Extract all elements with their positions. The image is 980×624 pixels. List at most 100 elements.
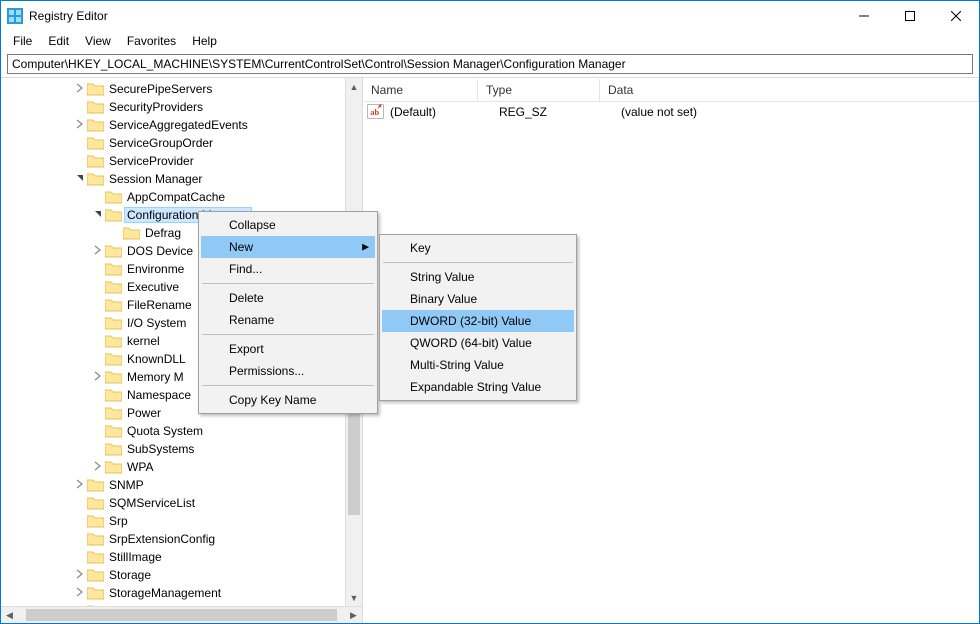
tree-node[interactable]: Srp: [1, 512, 362, 530]
folder-icon: [87, 136, 104, 150]
folder-icon: [105, 442, 122, 456]
value-type: REG_SZ: [495, 105, 617, 119]
tree-node-label: AppCompatCache: [125, 190, 227, 204]
folder-icon: [87, 514, 104, 528]
tree-node[interactable]: WPA: [1, 458, 362, 476]
tree-node-label: Srp: [107, 514, 130, 528]
maximize-button[interactable]: [887, 1, 933, 31]
menu-favorites[interactable]: Favorites: [119, 32, 184, 50]
expand-icon[interactable]: [73, 479, 87, 492]
context-menu-item[interactable]: Delete: [201, 287, 375, 309]
menu-file[interactable]: File: [5, 32, 40, 50]
menu-help[interactable]: Help: [184, 32, 225, 50]
collapse-icon[interactable]: [73, 173, 87, 186]
expand-icon[interactable]: [91, 371, 105, 384]
context-menu-item[interactable]: Find...: [201, 258, 375, 280]
folder-icon: [105, 298, 122, 312]
scroll-down-icon[interactable]: ▼: [346, 589, 362, 606]
scroll-thumb[interactable]: [26, 609, 337, 621]
tree-node[interactable]: Quota System: [1, 422, 362, 440]
tree-node[interactable]: SQMServiceList: [1, 494, 362, 512]
submenu-item[interactable]: Binary Value: [382, 288, 574, 310]
submenu-item[interactable]: String Value: [382, 266, 574, 288]
folder-icon: [105, 316, 122, 330]
tree-node[interactable]: SubSystems: [1, 440, 362, 458]
tree-node[interactable]: AppCompatCache: [1, 188, 362, 206]
submenu-arrow-icon: ▶: [362, 242, 369, 253]
folder-icon: [105, 460, 122, 474]
tree-node[interactable]: ServiceProvider: [1, 152, 362, 170]
close-button[interactable]: [933, 1, 979, 31]
tree-node-label: WPA: [125, 460, 155, 474]
submenu-item[interactable]: QWORD (64-bit) Value: [382, 332, 574, 354]
tree-node-label: SQMServiceList: [107, 496, 197, 510]
folder-icon: [87, 586, 104, 600]
tree-node-label: Executive: [125, 280, 181, 294]
scroll-right-icon[interactable]: ▶: [345, 607, 362, 624]
expand-icon[interactable]: [73, 587, 87, 600]
expand-icon[interactable]: [73, 569, 87, 582]
tree-node-label: Defrag: [143, 226, 183, 240]
address-input[interactable]: [7, 54, 973, 74]
value-data: (value not set): [617, 105, 979, 119]
context-menu-item[interactable]: Copy Key Name: [201, 389, 375, 411]
folder-icon: [87, 568, 104, 582]
expand-icon[interactable]: [73, 83, 87, 96]
submenu-item[interactable]: Expandable String Value: [382, 376, 574, 398]
submenu-item[interactable]: DWORD (32-bit) Value: [382, 310, 574, 332]
scroll-up-icon[interactable]: ▲: [346, 78, 362, 95]
tree-node[interactable]: SecurityProviders: [1, 98, 362, 116]
folder-icon: [87, 100, 104, 114]
folder-icon: [87, 172, 104, 186]
tree-horizontal-scrollbar[interactable]: ◀ ▶: [1, 606, 362, 623]
folder-icon: [105, 190, 122, 204]
tree-node[interactable]: SecurePipeServers: [1, 80, 362, 98]
submenu-item[interactable]: Multi-String Value: [382, 354, 574, 376]
tree-node[interactable]: Storage: [1, 566, 362, 584]
menu-edit[interactable]: Edit: [40, 32, 77, 50]
tree-node-label: Environme: [125, 262, 186, 276]
tree-node[interactable]: SrpExtensionConfig: [1, 530, 362, 548]
column-data[interactable]: Data: [600, 79, 979, 101]
menu-separator: [383, 262, 573, 263]
menubar: File Edit View Favorites Help: [1, 31, 979, 51]
column-type[interactable]: Type: [478, 79, 600, 101]
context-menu-item[interactable]: Permissions...: [201, 360, 375, 382]
menu-view[interactable]: View: [77, 32, 119, 50]
column-name[interactable]: Name: [363, 79, 478, 101]
tree-node-label: FileRename: [125, 298, 194, 312]
tree-node-label: Power: [125, 406, 163, 420]
minimize-button[interactable]: [841, 1, 887, 31]
tree-node[interactable]: StorageManagement: [1, 584, 362, 602]
tree-node-label: Storage: [107, 568, 153, 582]
tree-node[interactable]: ServiceGroupOrder: [1, 134, 362, 152]
tree-node[interactable]: StillImage: [1, 548, 362, 566]
context-menu-item[interactable]: New▶: [201, 236, 375, 258]
context-submenu-new[interactable]: Key String ValueBinary ValueDWORD (32-bit…: [379, 234, 577, 401]
tree-node-label: Namespace: [125, 388, 193, 402]
context-menu-item[interactable]: Rename: [201, 309, 375, 331]
app-icon: [7, 8, 23, 24]
tree-node[interactable]: Session Manager: [1, 170, 362, 188]
expand-icon[interactable]: [73, 119, 87, 132]
folder-icon: [105, 424, 122, 438]
context-menu[interactable]: CollapseNew▶Find... DeleteRename ExportPer…: [198, 211, 378, 414]
scroll-left-icon[interactable]: ◀: [1, 607, 18, 624]
context-menu-item[interactable]: Collapse: [201, 214, 375, 236]
folder-icon: [105, 370, 122, 384]
expand-icon[interactable]: [91, 461, 105, 474]
tree-node-label: SecurePipeServers: [107, 82, 214, 96]
list-row[interactable]: (Default)REG_SZ(value not set): [363, 102, 979, 121]
submenu-item[interactable]: Key: [382, 237, 574, 259]
tree-node-label: ServiceGroupOrder: [107, 136, 215, 150]
folder-icon: [105, 388, 122, 402]
folder-icon: [87, 154, 104, 168]
value-name: (Default): [386, 105, 495, 119]
expand-icon[interactable]: [91, 245, 105, 258]
tree-node[interactable]: SNMP: [1, 476, 362, 494]
tree-node[interactable]: ServiceAggregatedEvents: [1, 116, 362, 134]
context-menu-item[interactable]: Export: [201, 338, 375, 360]
folder-icon: [105, 406, 122, 420]
collapse-icon[interactable]: [91, 209, 105, 222]
tree-node-label: ServiceAggregatedEvents: [107, 118, 250, 132]
